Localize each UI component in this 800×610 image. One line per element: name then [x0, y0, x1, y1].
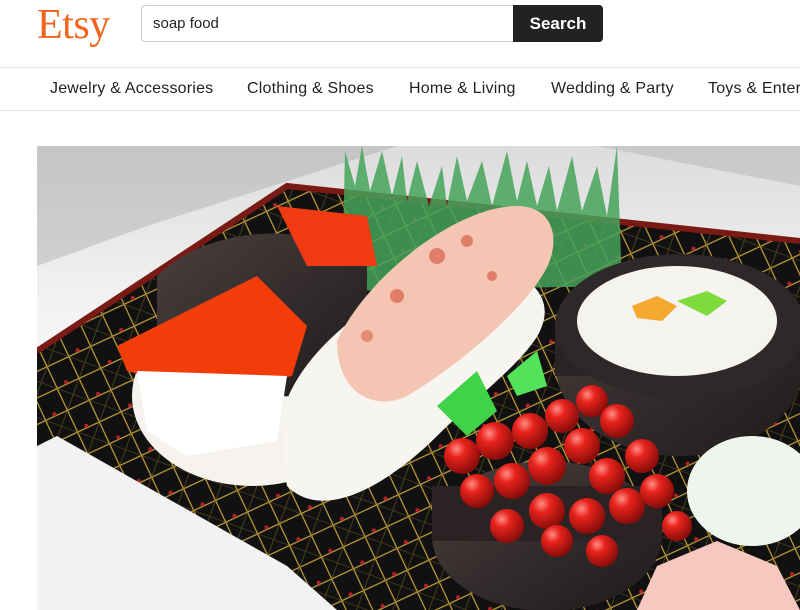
search-button[interactable]: Search [513, 5, 603, 42]
nav-item-jewelry-accessories[interactable]: Jewelry & Accessories [50, 80, 213, 98]
search-bar: Search [141, 5, 603, 42]
maki-roll [555, 254, 800, 456]
site-header: Etsy Search [0, 0, 800, 68]
etsy-logo[interactable]: Etsy [37, 2, 110, 48]
search-input[interactable] [141, 5, 513, 42]
nav-item-toys-entertainment[interactable]: Toys & Entertainment [708, 80, 800, 98]
nav-item-wedding-party[interactable]: Wedding & Party [551, 80, 674, 98]
nav-item-home-living[interactable]: Home & Living [409, 80, 516, 98]
nav-item-clothing-shoes[interactable]: Clothing & Shoes [247, 80, 374, 98]
category-nav: Jewelry & Accessories Clothing & Shoes H… [0, 67, 800, 111]
product-hero-image[interactable] [37, 146, 800, 610]
soap-sushi-illustration [37, 146, 800, 610]
